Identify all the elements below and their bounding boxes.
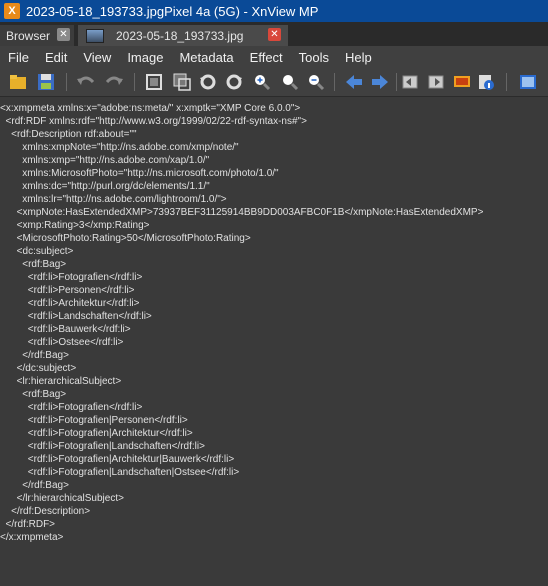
xmp-line: <rdf:li>Fotografien|Architektur|Bauwerk<… <box>0 454 235 465</box>
prev-icon[interactable] <box>344 72 364 92</box>
window-title: 2023-05-18_193733.jpgPixel 4a (5G) - XnV… <box>26 3 319 19</box>
resize-icon[interactable] <box>172 72 192 92</box>
info-icon[interactable] <box>476 72 496 92</box>
folder-icon[interactable] <box>8 72 28 92</box>
zoom-fit-icon[interactable] <box>280 72 300 92</box>
save-icon[interactable] <box>36 72 56 92</box>
xmp-line: </rdf:Description> <box>0 506 91 517</box>
xmp-line: <rdf:li>Personen</rdf:li> <box>0 285 135 296</box>
image-thumbnail-icon <box>86 28 104 43</box>
xmp-line: </x:xmpmeta> <box>0 532 64 543</box>
xmp-line: <rdf:Bag> <box>0 389 67 400</box>
xmp-line: </lr:hierarchicalSubject> <box>0 493 124 504</box>
xnview-app-icon: X <box>4 3 20 19</box>
xmp-line: <rdf:li>Landschaften</rdf:li> <box>0 311 152 322</box>
next-page-icon[interactable] <box>426 72 446 92</box>
title-bar: X 2023-05-18_193733.jpgPixel 4a (5G) - X… <box>0 0 548 22</box>
xmp-line: </rdf:RDF> <box>0 519 56 530</box>
xmp-line: xmlns:xmpNote="http://ns.adobe.com/xmp/n… <box>0 142 239 153</box>
menu-metadata[interactable]: Metadata <box>171 50 241 65</box>
xmp-line: </rdf:Bag> <box>0 350 69 361</box>
xmp-line: <lr:hierarchicalSubject> <box>0 376 122 387</box>
xmp-line: <xmpNote:HasExtendedXMP>73937BEF31125914… <box>0 207 484 218</box>
xmp-line: </dc:subject> <box>0 363 77 374</box>
xmp-line: xmlns:lr="http://ns.adobe.com/lightroom/… <box>0 194 227 205</box>
crop-icon[interactable] <box>144 72 164 92</box>
rotate-right-icon[interactable] <box>224 72 244 92</box>
close-icon[interactable]: ✕ <box>268 28 281 41</box>
tab-browser[interactable]: Browser ✕ <box>0 25 74 46</box>
close-icon[interactable]: ✕ <box>57 28 70 41</box>
next-icon[interactable] <box>370 72 390 92</box>
toolbar <box>0 68 548 97</box>
xmp-line: <rdf:li>Fotografien|Landschaften</rdf:li… <box>0 441 205 452</box>
separator <box>506 73 507 91</box>
menu-tools[interactable]: Tools <box>291 50 337 65</box>
separator <box>66 73 67 91</box>
xmp-line: <rdf:li>Ostsee</rdf:li> <box>0 337 124 348</box>
redo-icon[interactable] <box>104 72 124 92</box>
separator <box>396 73 397 91</box>
menu-help[interactable]: Help <box>337 50 380 65</box>
menu-view[interactable]: View <box>75 50 119 65</box>
xmp-line: <rdf:li>Fotografien</rdf:li> <box>0 402 143 413</box>
tab-image[interactable]: 2023-05-18_193733.jpg ✕ <box>78 25 288 46</box>
zoom-in-icon[interactable] <box>252 72 272 92</box>
zoom-out-icon[interactable] <box>306 72 326 92</box>
xmp-line: <rdf:li>Fotografien|Personen</rdf:li> <box>0 415 188 426</box>
xmp-line: <x:xmpmeta xmlns:x="adobe:ns:meta/" x:xm… <box>0 103 301 114</box>
xmp-line: <rdf:li>Fotografien</rdf:li> <box>0 272 143 283</box>
separator <box>134 73 135 91</box>
xmp-line: xmlns:MicrosoftPhoto="http://ns.microsof… <box>0 168 279 179</box>
menu-image[interactable]: Image <box>119 50 171 65</box>
menu-bar: File Edit View Image Metadata Effect Too… <box>0 46 548 68</box>
xmp-line: </rdf:Bag> <box>0 480 69 491</box>
xmp-line: <rdf:li>Architektur</rdf:li> <box>0 298 140 309</box>
prev-page-icon[interactable] <box>400 72 420 92</box>
xmp-line: <rdf:li>Fotografien|Architektur</rdf:li> <box>0 428 193 439</box>
xmp-line: <xmp:Rating>3</xmp:Rating> <box>0 220 150 231</box>
xmp-text-view[interactable]: <x:xmpmeta xmlns:x="adobe:ns:meta/" x:xm… <box>0 97 548 586</box>
menu-edit[interactable]: Edit <box>37 50 75 65</box>
more-icon[interactable] <box>540 72 548 92</box>
xmp-line: <rdf:RDF xmlns:rdf="http://www.w3.org/19… <box>0 116 307 127</box>
xmp-line: xmlns:dc="http://purl.org/dc/elements/1.… <box>0 181 210 192</box>
xmp-line: <rdf:li>Bauwerk</rdf:li> <box>0 324 131 335</box>
xmp-line: <dc:subject> <box>0 246 74 257</box>
menu-file[interactable]: File <box>0 50 37 65</box>
tab-bar: Browser ✕ 2023-05-18_193733.jpg ✕ <box>0 22 548 46</box>
xmp-line: xmlns:xmp="http://ns.adobe.com/xap/1.0/" <box>0 155 210 166</box>
fullscreen-icon[interactable] <box>518 72 538 92</box>
xmp-line: <rdf:li>Fotografien|Landschaften|Ostsee<… <box>0 467 240 478</box>
slideshow-icon[interactable] <box>452 72 472 92</box>
tab-browser-label: Browser <box>6 28 51 43</box>
undo-icon[interactable] <box>76 72 96 92</box>
rotate-left-icon[interactable] <box>198 72 218 92</box>
xmp-line: <MicrosoftPhoto:Rating>50</MicrosoftPhot… <box>0 233 251 244</box>
tab-image-label: 2023-05-18_193733.jpg <box>116 28 244 43</box>
xmp-line: <rdf:Bag> <box>0 259 67 270</box>
xmp-line: <rdf:Description rdf:about="" <box>0 129 137 140</box>
separator <box>334 73 335 91</box>
menu-effect[interactable]: Effect <box>242 50 291 65</box>
